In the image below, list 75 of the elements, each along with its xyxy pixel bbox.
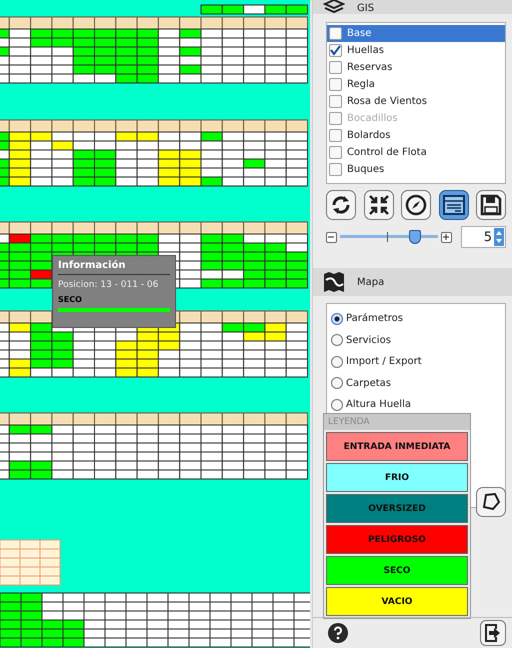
layer-label: Huellas [347, 45, 384, 56]
section-title: Mapa [357, 276, 384, 288]
checkbox[interactable] [329, 95, 342, 108]
exit-button[interactable] [480, 620, 506, 646]
legend-title: LEYENDA [324, 414, 470, 430]
option-label: Parámetros [346, 313, 403, 324]
radio-option[interactable]: Carpetas [331, 376, 391, 390]
layer-item[interactable]: Rosa de Vientos [327, 93, 505, 110]
help-icon[interactable] [328, 623, 348, 643]
layer-label: Bocadillos [347, 113, 398, 124]
plus-icon [442, 233, 450, 241]
legend-item: FRIO [326, 463, 468, 492]
position-text: Posicion: 13 - 011 - 06 [58, 280, 160, 290]
legend-item: ENTRADA INMEDIATA [326, 432, 468, 461]
legend-item: PELIGROSO [326, 525, 468, 554]
radio-button[interactable] [331, 398, 343, 410]
layers-icon [323, 0, 345, 14]
radio-button[interactable] [331, 334, 343, 346]
polygon-icon [482, 493, 500, 511]
checkbox[interactable] [329, 129, 342, 142]
layer-item[interactable]: Regla [327, 76, 505, 93]
checkbox[interactable] [329, 146, 342, 159]
tooltip-title: Información [58, 260, 170, 275]
radio-option[interactable]: Parámetros [331, 312, 403, 325]
zoom-in-button[interactable] [440, 232, 452, 242]
tool-button[interactable] [326, 190, 356, 220]
legend-item: VACIO [326, 587, 468, 616]
shrink-arrows-icon [368, 194, 390, 216]
tool-button[interactable] [401, 190, 431, 220]
section-title: GIS [357, 3, 374, 14]
zoom-spinbox[interactable]: 5 [460, 226, 506, 248]
refresh-icon [330, 194, 352, 216]
spin-arrows-icon [494, 228, 504, 246]
save-icon [480, 194, 502, 216]
tool-button[interactable] [438, 190, 468, 220]
radio-option[interactable]: Altura Huella [331, 398, 411, 411]
legend-item: SECO [326, 556, 468, 585]
tool-button[interactable] [476, 190, 506, 220]
radio-option[interactable]: Import / Export [331, 355, 422, 368]
checkbox[interactable] [329, 78, 342, 91]
layer-item[interactable]: Base [327, 25, 505, 42]
option-label: Servicios [346, 334, 391, 346]
tool-button[interactable] [364, 190, 394, 220]
radio-button[interactable] [331, 377, 343, 389]
compass-icon [405, 194, 427, 216]
layer-label: Base [347, 28, 372, 39]
option-label: Carpetas [346, 378, 391, 388]
layer-label: Control de Flota [347, 147, 427, 158]
layer-item[interactable]: Huellas [327, 42, 505, 59]
checkbox[interactable] [329, 44, 342, 57]
layer-label: Reservas [347, 62, 392, 73]
legend-item: OVERSIZED [326, 494, 468, 523]
zoom-out-button[interactable] [326, 232, 337, 242]
layer-item[interactable]: Buques [327, 161, 505, 178]
layer-item[interactable]: Reservas [327, 59, 505, 76]
table-icon [442, 195, 464, 215]
map-icon [323, 272, 345, 292]
layer-label: Bolardos [347, 130, 390, 141]
radio-button[interactable] [331, 312, 343, 324]
layer-label: Rosa de Vientos [347, 96, 427, 107]
radio-button[interactable] [331, 356, 343, 368]
checkbox[interactable] [329, 61, 342, 74]
layer-item[interactable]: Control de Flota [327, 144, 505, 161]
layer-item[interactable]: Bolardos [327, 127, 505, 144]
option-label: Import / Export [346, 356, 422, 367]
radio-option[interactable]: Servicios [331, 334, 391, 346]
checkbox[interactable] [329, 27, 342, 40]
layer-label: Regla [347, 79, 375, 90]
option-label: Altura Huella [346, 399, 411, 410]
exit-icon [485, 624, 501, 642]
status-text: SECO [58, 295, 83, 304]
slider-thumb[interactable] [409, 230, 422, 244]
layer-label: Buques [347, 164, 384, 175]
polygon-button[interactable] [476, 487, 506, 517]
checkbox[interactable] [329, 163, 342, 176]
